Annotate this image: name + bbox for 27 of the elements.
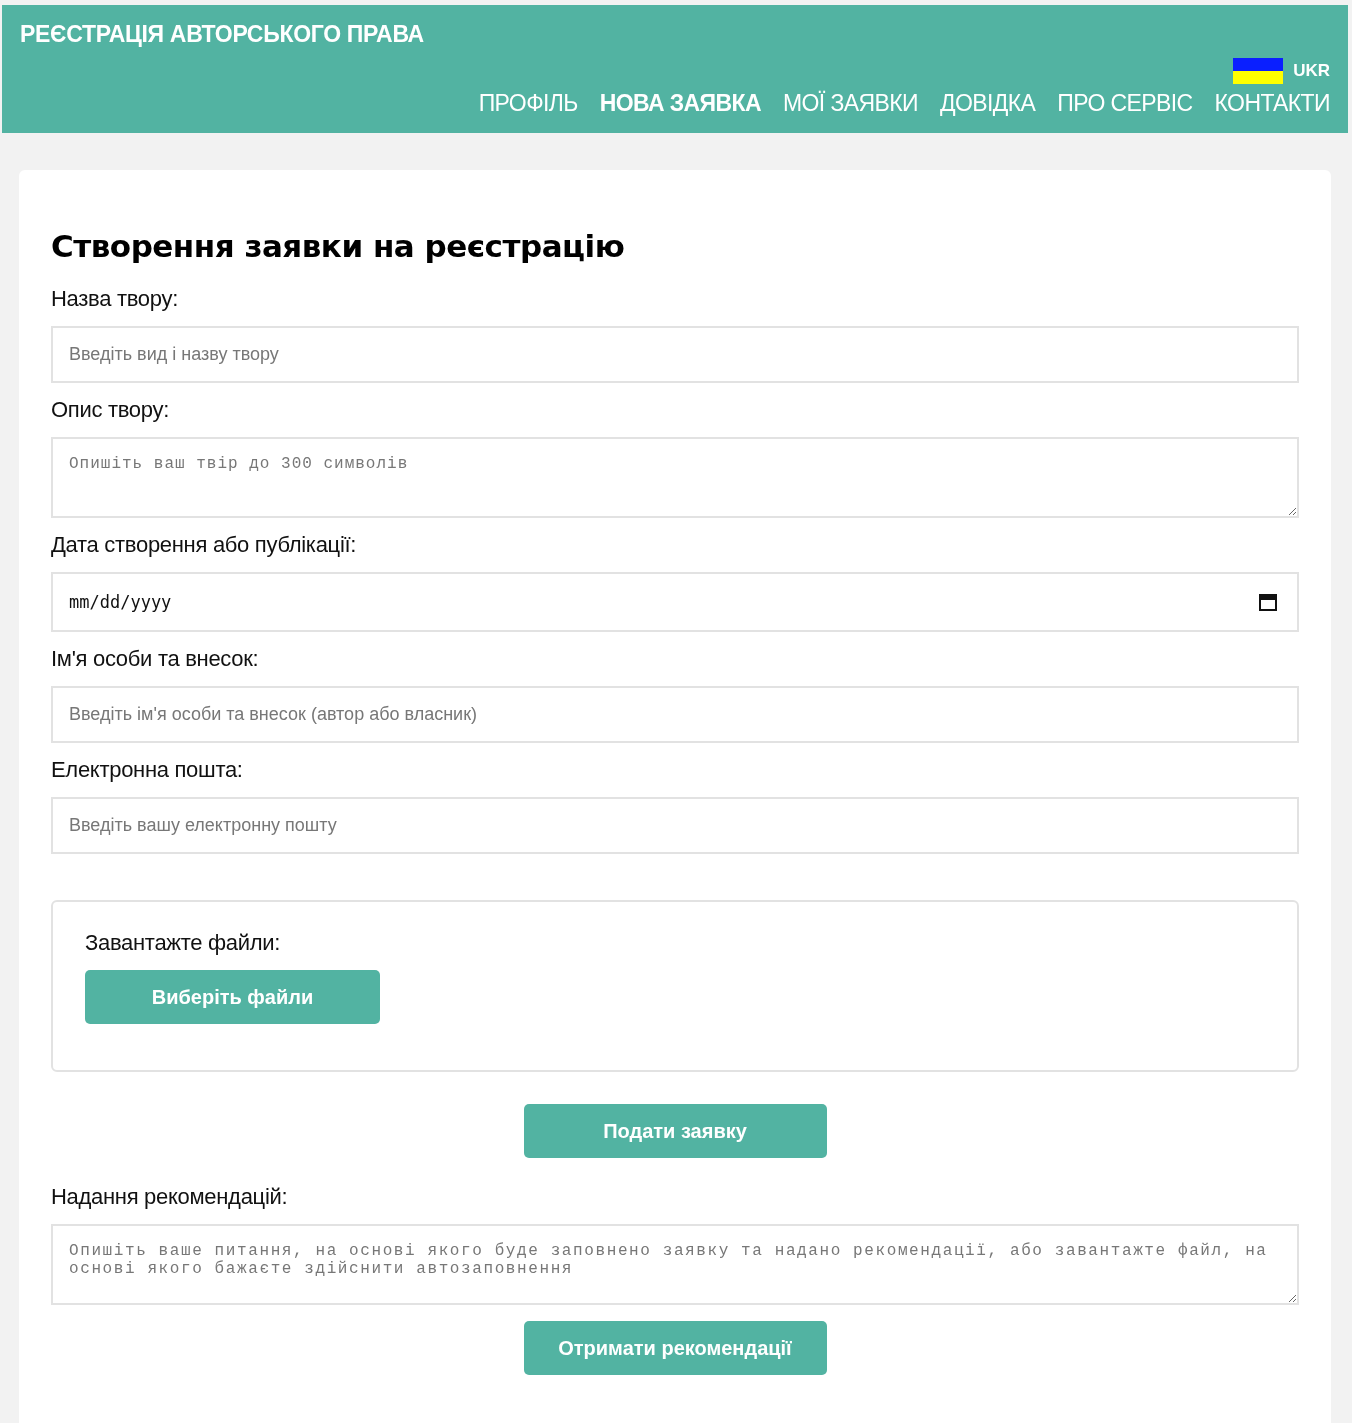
text-area[interactable]: Опишіть ваше питання, на основі якого буде заповнено заявку та надано рекомендації, або завантажте файл, на основі якого бажаєте здійснити автозаповнення bbox=[51, 1224, 1299, 1305]
text-field[interactable]: Введіть ім'я особи та внесок (автор або власник) bbox=[51, 686, 1299, 743]
choose-files-button[interactable]: Виберіть файли bbox=[85, 970, 380, 1024]
nav-link[interactable]: НОВА ЗАЯВКА bbox=[599, 90, 761, 117]
text-field[interactable]: Введіть вашу електронну пошту bbox=[51, 797, 1299, 854]
nav-link[interactable]: ПРОФІЛЬ bbox=[478, 90, 578, 117]
text-field[interactable]: Введіть вид і назву твору bbox=[51, 326, 1299, 383]
language-label[interactable]: UKR bbox=[1293, 61, 1330, 81]
recommendations-button[interactable]: Отримати рекомендації bbox=[523, 1321, 827, 1375]
field-label: Опис твору: bbox=[51, 397, 170, 423]
text-area[interactable]: Опишіть ваш твір до 300 символів bbox=[51, 437, 1299, 518]
site-title: РЕЄСТРАЦІЯ АВТОРСЬКОГО ПРАВА bbox=[20, 21, 425, 48]
field-label: Назва твору: bbox=[51, 286, 179, 312]
field-label: Ім'я особи та внесок: bbox=[51, 646, 260, 672]
nav-link[interactable]: ДОВІДКА bbox=[939, 90, 1036, 117]
submit-button[interactable]: Подати заявку bbox=[523, 1104, 827, 1158]
form-heading: Створення заявки на реєстрацію bbox=[51, 228, 626, 264]
flag-icon bbox=[1233, 58, 1284, 84]
calendar-icon[interactable] bbox=[1259, 593, 1277, 611]
nav-link[interactable]: КОНТАКТИ bbox=[1214, 90, 1330, 117]
date-field[interactable]: mm/dd/yyyy bbox=[51, 572, 1299, 632]
nav-link[interactable]: ПРО СЕРВІС bbox=[1057, 90, 1193, 117]
field-label: Електронна пошта: bbox=[51, 757, 244, 783]
nav-link[interactable]: МОЇ ЗАЯВКИ bbox=[783, 90, 918, 117]
field-label: Надання рекомендацій: bbox=[51, 1184, 289, 1210]
upload-label: Завантажте файли: bbox=[85, 930, 282, 956]
field-label: Дата створення або публікації: bbox=[51, 532, 358, 558]
